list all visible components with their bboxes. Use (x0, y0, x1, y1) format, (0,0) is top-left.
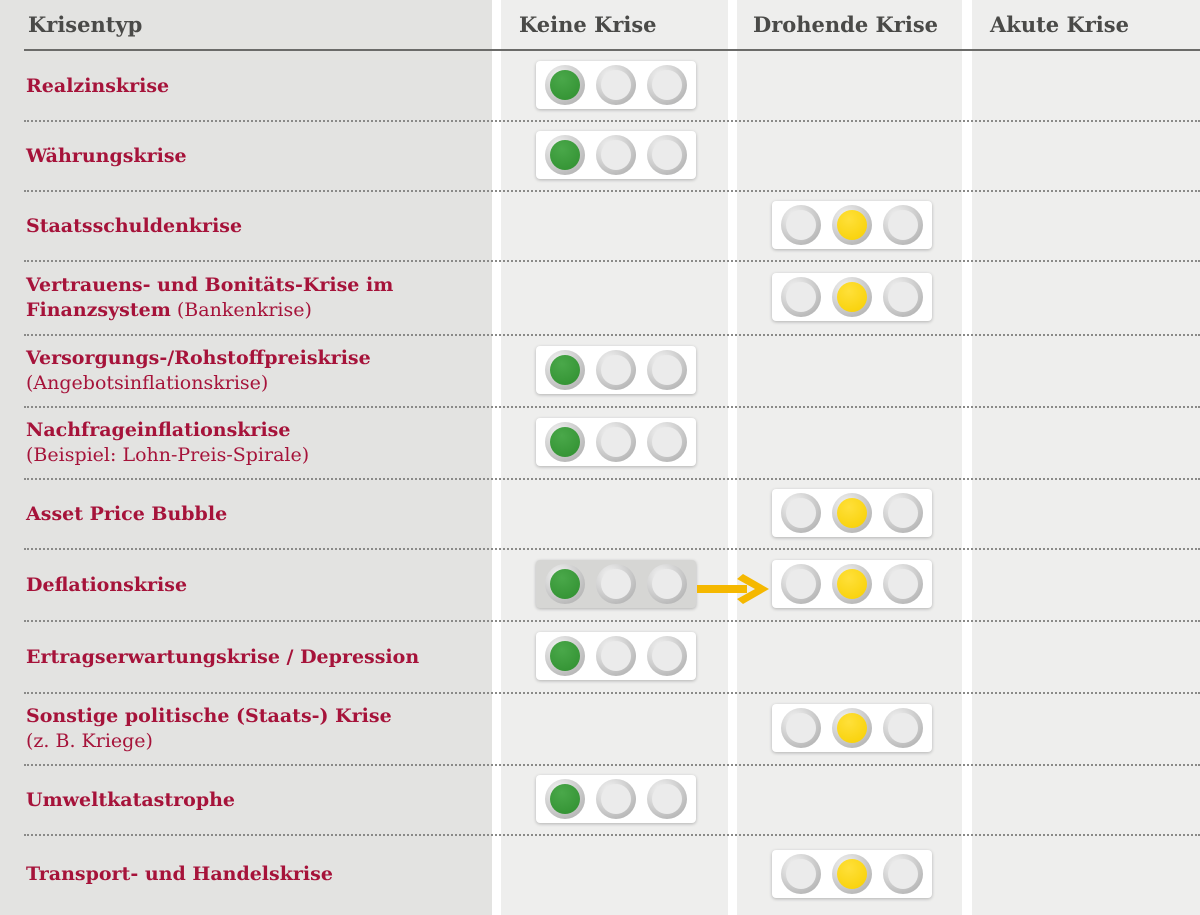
green-lamp-icon (545, 135, 586, 175)
crisis-type-label: Sonstige politische (Staats-) Krise (z. B… (26, 705, 392, 752)
off-lamp-icon (646, 564, 687, 604)
off-lamp-icon (882, 708, 923, 748)
traffic-light (536, 61, 696, 109)
crisis-type-label: Deflationskrise (26, 573, 188, 596)
crisis-type-label: Asset Price Bubble (26, 502, 228, 525)
table-row: Sonstige politische (Staats-) Krise (z. B… (0, 694, 1200, 766)
previous-traffic-light (536, 560, 696, 608)
off-lamp-icon (781, 493, 822, 533)
table-row: Nachfrageinflationskrise (Beispiel: Lohn-… (0, 408, 1200, 480)
table-row: Realzinskrise (0, 52, 1200, 122)
off-lamp-icon (595, 422, 636, 462)
traffic-light (772, 704, 932, 752)
crisis-type-label: Währungskrise (26, 144, 187, 167)
header-akute-krise: Akute Krise (990, 12, 1129, 37)
green-lamp-icon (545, 65, 586, 105)
off-lamp-icon (595, 65, 636, 105)
header-drohende-krise: Drohende Krise (753, 12, 939, 37)
off-lamp-icon (646, 65, 687, 105)
table-row: Umweltkatastrophe (0, 766, 1200, 836)
green-lamp-icon (545, 564, 586, 604)
yellow-lamp-icon (831, 493, 872, 533)
off-lamp-icon (882, 205, 923, 245)
traffic-light (536, 418, 696, 466)
off-lamp-icon (882, 853, 923, 894)
yellow-lamp-icon (831, 277, 872, 317)
crisis-type-label: Staatsschuldenkrise (26, 214, 243, 237)
crisis-type-label: Realzinskrise (26, 74, 170, 97)
off-lamp-icon (781, 564, 822, 604)
green-lamp-icon (545, 636, 586, 676)
traffic-light (536, 632, 696, 680)
off-lamp-icon (781, 708, 822, 748)
crisis-type-label: Vertrauens- und Bonitäts-Krise im Finanz… (26, 274, 394, 321)
traffic-light (536, 346, 696, 394)
off-lamp-icon (882, 564, 923, 604)
off-lamp-icon (781, 205, 822, 245)
table-row: Vertrauens- und Bonitäts-Krise im Finanz… (0, 262, 1200, 336)
off-lamp-icon (595, 135, 636, 175)
table-row: Deflationskrise (0, 550, 1200, 622)
header-krisentyp: Krisentyp (28, 12, 143, 37)
off-lamp-icon (882, 493, 923, 533)
green-lamp-icon (545, 779, 586, 819)
green-lamp-icon (545, 422, 586, 462)
off-lamp-icon (781, 853, 822, 894)
traffic-light (772, 849, 932, 898)
off-lamp-icon (646, 135, 687, 175)
off-lamp-icon (646, 422, 687, 462)
header-divider (24, 49, 1200, 51)
crisis-type-label: Versorgungs-/Rohstoffpreiskrise (Angebots… (26, 347, 371, 394)
traffic-light (772, 201, 932, 249)
yellow-lamp-icon (831, 708, 872, 748)
yellow-lamp-icon (831, 564, 872, 604)
off-lamp-icon (595, 779, 636, 819)
table-row: Staatsschuldenkrise (0, 192, 1200, 262)
crisis-type-label: Transport- und Handelskrise (26, 863, 333, 885)
off-lamp-icon (882, 277, 923, 317)
off-lamp-icon (595, 350, 636, 390)
crisis-type-label: Nachfrageinflationskrise (Beispiel: Lohn-… (26, 419, 310, 466)
off-lamp-icon (646, 636, 687, 676)
off-lamp-icon (781, 277, 822, 317)
arrow-right-icon (697, 574, 769, 604)
off-lamp-icon (595, 636, 636, 676)
traffic-light (772, 273, 932, 321)
crisis-type-label: Umweltkatastrophe (26, 788, 236, 811)
table-row: Transport- und Handelskrise (0, 836, 1200, 915)
off-lamp-icon (646, 779, 687, 819)
green-lamp-icon (545, 350, 586, 390)
table-row: Währungskrise (0, 122, 1200, 192)
yellow-lamp-icon (831, 205, 872, 245)
table-row: Ertragserwartungskrise / Depression (0, 622, 1200, 694)
table-row: Versorgungs-/Rohstoffpreiskrise (Angebots… (0, 336, 1200, 408)
crisis-type-label: Ertragserwartungskrise / Depression (26, 645, 420, 668)
traffic-light (772, 489, 932, 537)
table-row: Asset Price Bubble (0, 480, 1200, 550)
traffic-light (536, 775, 696, 823)
header-keine-krise: Keine Krise (519, 12, 657, 37)
traffic-light (536, 131, 696, 179)
off-lamp-icon (595, 564, 636, 604)
traffic-light (772, 560, 932, 608)
off-lamp-icon (646, 350, 687, 390)
yellow-lamp-icon (831, 853, 872, 894)
